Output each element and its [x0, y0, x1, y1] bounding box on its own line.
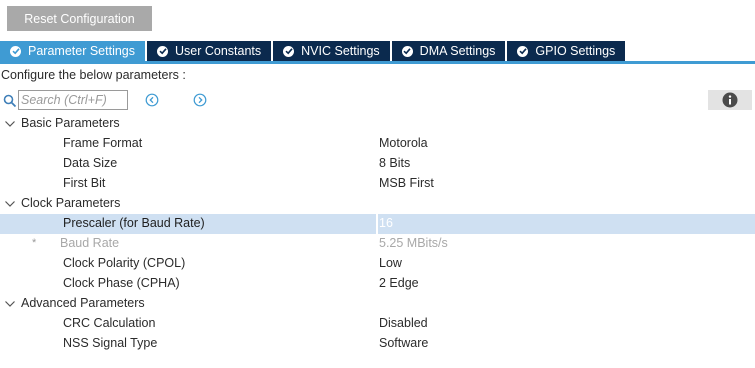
check-circle-icon: [10, 45, 21, 57]
param-name: Prescaler (for Baud Rate): [63, 216, 205, 230]
group-advanced-parameters[interactable]: Advanced Parameters: [0, 294, 755, 314]
param-row-first-bit[interactable]: First Bit MSB First: [0, 174, 755, 194]
param-name: First Bit: [63, 176, 106, 190]
chevron-right-circle-icon[interactable]: [193, 93, 207, 107]
param-row-nss-signal-type[interactable]: NSS Signal Type Software: [0, 334, 755, 354]
group-clock-parameters[interactable]: Clock Parameters: [0, 194, 755, 214]
tab-user-constants[interactable]: User Constants: [147, 41, 274, 61]
tab-bar: Parameter Settings User Constants NVIC S…: [0, 41, 628, 61]
param-value[interactable]: 16: [379, 216, 393, 230]
group-label: Advanced Parameters: [21, 296, 145, 310]
group-basic-parameters[interactable]: Basic Parameters: [0, 114, 755, 134]
param-value[interactable]: 8 Bits: [379, 156, 410, 170]
chevron-down-icon[interactable]: [4, 118, 16, 130]
tab-label: DMA Settings: [419, 44, 496, 58]
param-row-clock-polarity[interactable]: Clock Polarity (CPOL) Low: [0, 254, 755, 274]
chevron-left-circle-icon[interactable]: [145, 93, 159, 107]
info-button[interactable]: [708, 90, 752, 110]
param-name: Frame Format: [63, 136, 143, 150]
param-row-crc-calculation[interactable]: CRC Calculation Disabled: [0, 314, 755, 334]
param-name: Baud Rate: [60, 236, 120, 250]
check-circle-icon: [401, 45, 413, 57]
param-row-data-size[interactable]: Data Size 8 Bits: [0, 154, 755, 174]
tab-gpio-settings[interactable]: GPIO Settings: [507, 41, 628, 61]
tab-dma-settings[interactable]: DMA Settings: [391, 41, 508, 61]
group-label: Basic Parameters: [21, 116, 120, 130]
param-value[interactable]: 2 Edge: [379, 276, 419, 290]
chevron-down-icon[interactable]: [4, 298, 16, 310]
tab-label: User Constants: [175, 44, 262, 58]
reset-configuration-button[interactable]: Reset Configuration: [7, 6, 152, 31]
param-row-prescaler[interactable]: Prescaler (for Baud Rate) 16: [0, 214, 755, 234]
tab-label: GPIO Settings: [535, 44, 616, 58]
param-value[interactable]: MSB First: [379, 176, 434, 190]
check-circle-icon: [283, 45, 295, 57]
tab-nvic-settings[interactable]: NVIC Settings: [273, 41, 392, 61]
info-icon: [722, 92, 738, 108]
param-name: NSS Signal Type: [63, 336, 158, 350]
tab-label: Parameter Settings: [28, 44, 135, 58]
tab-label: NVIC Settings: [301, 44, 380, 58]
param-name: Clock Polarity (CPOL): [63, 256, 186, 270]
search-icon: [3, 94, 17, 108]
chevron-down-icon[interactable]: [4, 198, 16, 210]
param-name: Clock Phase (CPHA): [63, 276, 180, 290]
config-instructions: Configure the below parameters :: [1, 68, 186, 82]
tab-parameter-settings[interactable]: Parameter Settings: [0, 41, 147, 61]
param-row-frame-format[interactable]: Frame Format Motorola: [0, 134, 755, 154]
check-circle-icon: [517, 45, 529, 57]
param-value[interactable]: Motorola: [379, 136, 428, 150]
param-value[interactable]: Software: [379, 336, 428, 350]
param-value[interactable]: Disabled: [379, 316, 428, 330]
param-value: 5.25 MBits/s: [379, 236, 448, 250]
readonly-marker: *: [32, 237, 37, 249]
param-name: CRC Calculation: [63, 316, 156, 330]
param-row-baud-rate: * Baud Rate 5.25 MBits/s: [0, 234, 755, 254]
param-value[interactable]: Low: [379, 256, 402, 270]
value-separator: [376, 214, 378, 234]
tab-underline: [0, 61, 755, 64]
group-label: Clock Parameters: [21, 196, 121, 210]
search-input[interactable]: [18, 90, 128, 110]
param-row-clock-phase[interactable]: Clock Phase (CPHA) 2 Edge: [0, 274, 755, 294]
param-name: Data Size: [63, 156, 118, 170]
parameter-tree: Basic Parameters Frame Format Motorola D…: [0, 114, 755, 354]
check-circle-icon: [157, 45, 168, 57]
